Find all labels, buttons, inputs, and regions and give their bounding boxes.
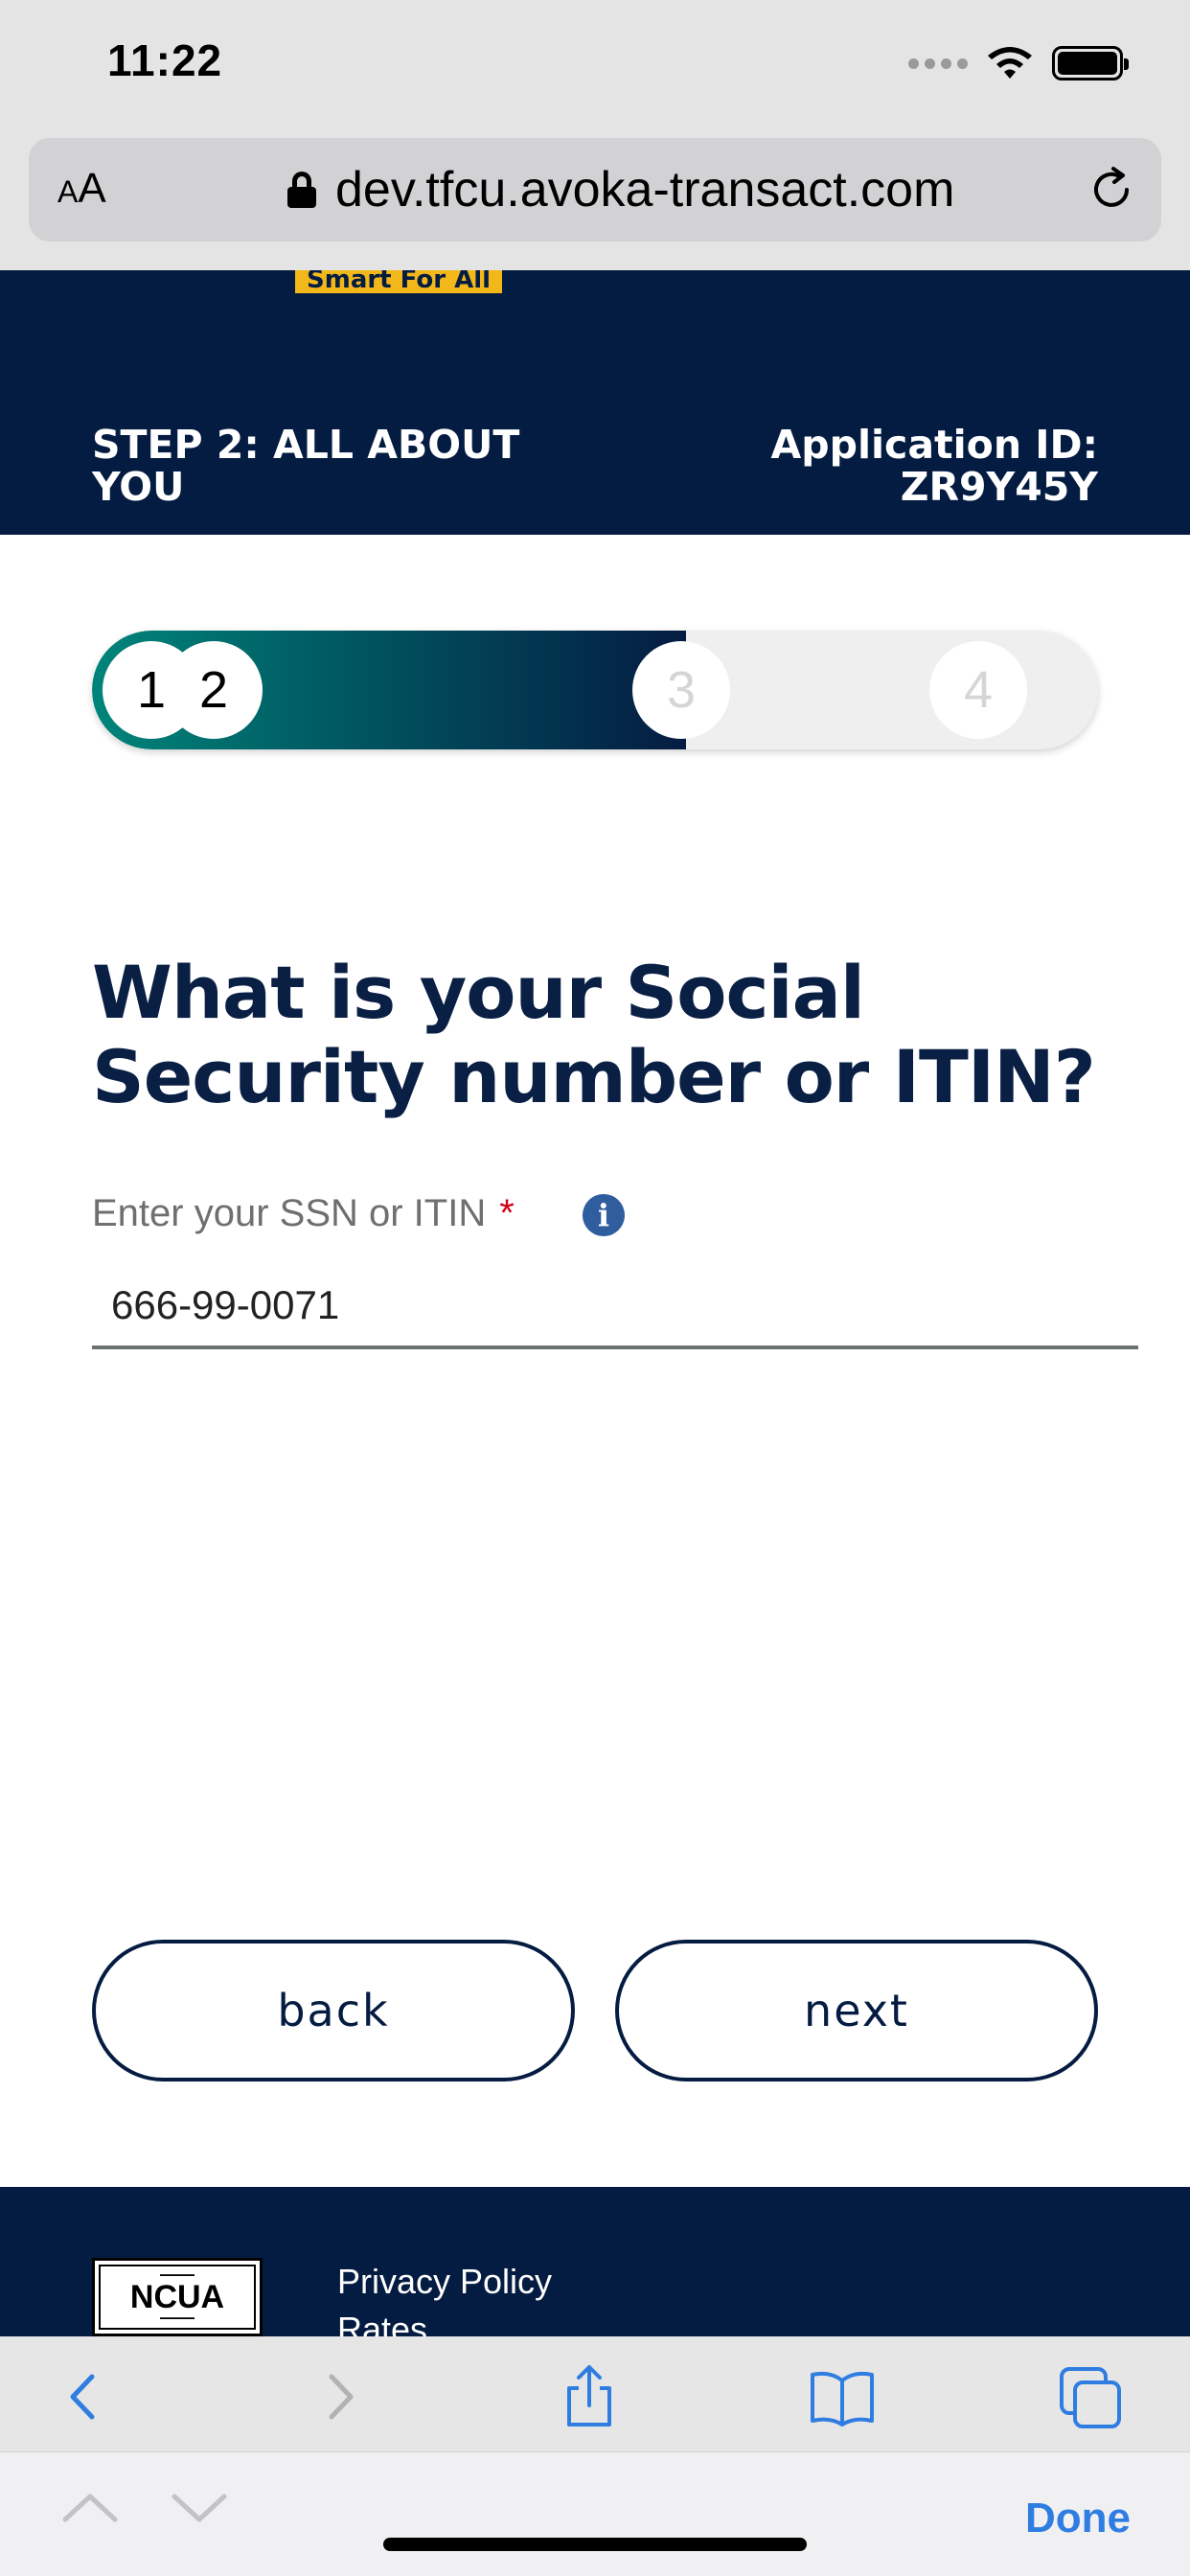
application-id: Application ID: ZR9Y45Y xyxy=(696,424,1098,508)
reload-icon[interactable] xyxy=(1085,163,1138,217)
application-id-value: ZR9Y45Y xyxy=(900,464,1098,510)
url-display[interactable]: dev.tfcu.avoka-transact.com xyxy=(287,161,954,218)
wifi-icon xyxy=(988,47,1032,79)
footer-link-privacy[interactable]: Privacy Policy xyxy=(337,2258,552,2306)
back-arrow-icon[interactable] xyxy=(50,2363,117,2430)
question-heading: What is your Social Security number or I… xyxy=(92,950,1096,1119)
share-icon[interactable] xyxy=(556,2363,623,2430)
forward-arrow-icon[interactable] xyxy=(307,2363,374,2430)
safari-toolbar xyxy=(0,2336,1190,2451)
text-size-button[interactable]: AA xyxy=(57,165,106,213)
application-id-label: Application ID: xyxy=(770,422,1098,468)
ncua-logo: ▬▬▬▬▬▬ NCUA ▬▬▬▬▬▬ xyxy=(92,2258,263,2336)
url-text: dev.tfcu.avoka-transact.com xyxy=(335,162,955,218)
status-time: 11:22 xyxy=(107,35,223,85)
next-field-icon[interactable] xyxy=(171,2487,228,2529)
back-button[interactable]: back xyxy=(92,1940,575,2082)
done-button[interactable]: Done xyxy=(1025,2495,1131,2542)
status-icons xyxy=(908,44,1129,82)
progress-step-4: 4 xyxy=(929,641,1027,739)
keyboard-accessory-bar: Done xyxy=(0,2451,1190,2576)
ssn-input[interactable] xyxy=(92,1265,1138,1349)
footer-link-rates[interactable]: Rates xyxy=(337,2306,552,2336)
ncua-logo-text: NCUA xyxy=(129,2279,225,2315)
home-indicator xyxy=(383,2538,807,2551)
cellular-signal-icon xyxy=(908,58,968,69)
progress-step-2: 2 xyxy=(165,641,263,739)
step-label: STEP 2: ALL ABOUT YOU xyxy=(92,422,520,510)
info-icon[interactable]: i xyxy=(583,1194,625,1236)
lock-icon xyxy=(287,172,316,208)
progress-step-3: 3 xyxy=(632,641,730,739)
url-bar[interactable]: AA dev.tfcu.avoka-transact.com xyxy=(29,138,1161,242)
ssn-label: Enter your SSN or ITIN * xyxy=(92,1192,515,1235)
progress-bar: 1 2 3 4 xyxy=(92,631,1098,749)
page-header: Smart For All STEP 2: ALL ABOUT YOU Appl… xyxy=(0,270,1190,535)
ssn-label-text: Enter your SSN or ITIN xyxy=(92,1192,487,1234)
previous-field-icon[interactable] xyxy=(61,2487,119,2529)
brand-tagline: Smart For All xyxy=(295,270,503,293)
next-button[interactable]: next xyxy=(615,1940,1098,2082)
tabs-icon[interactable] xyxy=(1058,2363,1125,2430)
status-bar: 11:22 AA dev.tfcu.avoka-transact.com xyxy=(0,0,1190,270)
footer-links: Privacy Policy Rates xyxy=(337,2258,552,2336)
bookmarks-icon[interactable] xyxy=(809,2363,876,2430)
page-footer: ▬▬▬▬▬▬ NCUA ▬▬▬▬▬▬ Privacy Policy Rates xyxy=(0,2187,1190,2336)
required-marker: * xyxy=(499,1192,515,1234)
battery-icon xyxy=(1052,46,1129,80)
